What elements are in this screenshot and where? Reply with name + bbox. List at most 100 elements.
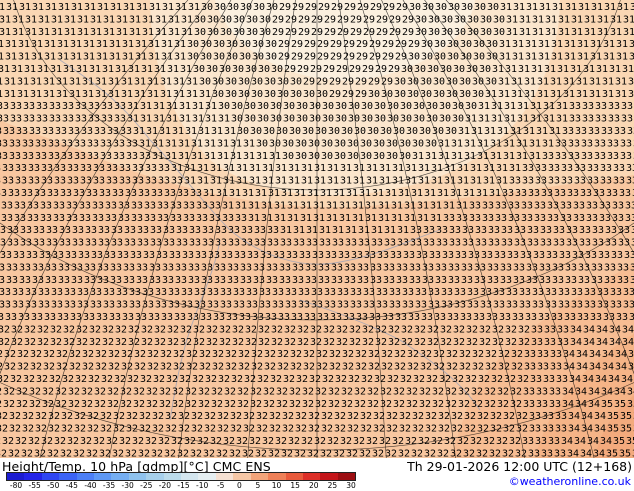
contour-label: 33 — [130, 250, 142, 261]
contour-label: 31 — [465, 114, 477, 125]
contour-label: 31 — [155, 14, 167, 25]
contour-label: 32 — [269, 411, 281, 422]
contour-label: 32 — [316, 349, 328, 360]
contour-label: 33 — [126, 138, 138, 149]
contour-label: 30 — [239, 39, 251, 50]
contour-label: 32 — [321, 424, 333, 435]
contour-label: 30 — [448, 2, 460, 13]
contour-label: 32 — [294, 448, 306, 458]
contour-label: 32 — [10, 374, 22, 385]
contour-label: 30 — [303, 89, 315, 100]
contour-label: 32 — [511, 349, 523, 360]
contour-label: 33 — [480, 300, 492, 311]
contour-label: 31 — [339, 213, 351, 224]
contour-label: 33 — [183, 200, 195, 211]
contour-label: 32 — [471, 399, 483, 410]
contour-label: 32 — [107, 386, 119, 397]
contour-label: 33 — [80, 176, 92, 187]
contour-label: 33 — [358, 238, 370, 249]
contour-label: 32 — [405, 436, 417, 447]
contour-label: 30 — [433, 89, 445, 100]
contour-label: 33 — [568, 138, 580, 149]
contour-label: 30 — [473, 52, 485, 63]
contour-label: 33 — [515, 188, 527, 199]
contour-label: 32 — [479, 324, 491, 335]
contour-label: 33 — [2, 163, 14, 174]
contour-label: 31 — [346, 188, 358, 199]
contour-label: 33 — [599, 213, 611, 224]
contour-label: 30 — [259, 27, 271, 38]
contour-label: 30 — [264, 76, 276, 87]
contour-label: 33 — [519, 300, 531, 311]
contour-label: 31 — [470, 163, 482, 174]
contour-label: 32 — [498, 362, 510, 373]
contour-label: 32 — [419, 386, 431, 397]
contour-label: 33 — [521, 200, 533, 211]
contour-label: 30 — [459, 76, 471, 87]
credit-link[interactable]: ©weatheronline.co.uk — [509, 475, 631, 488]
contour-label: 31 — [498, 76, 510, 87]
contour-label: 30 — [428, 27, 440, 38]
contour-label: 33 — [72, 238, 84, 249]
contour-label: 33 — [176, 225, 188, 236]
contour-label: 33 — [422, 275, 434, 286]
contour-label: 32 — [386, 411, 398, 422]
contour-label: 32 — [412, 424, 424, 435]
contour-label: 32 — [297, 337, 309, 348]
contour-label: 33 — [32, 262, 44, 273]
contour-label: 33 — [111, 225, 123, 236]
contour-label: 33 — [194, 287, 206, 298]
contour-label: 32 — [87, 424, 99, 435]
contour-label: 29 — [311, 27, 323, 38]
contour-label: 32 — [323, 324, 335, 335]
contour-label: 32 — [263, 386, 275, 397]
contour-label: 32 — [334, 411, 346, 422]
contour-label: 33 — [554, 448, 566, 458]
contour-label: 33 — [239, 312, 251, 323]
contour-label: 33 — [524, 362, 536, 373]
contour-label: 31 — [243, 138, 255, 149]
contour-label: 33 — [436, 238, 448, 249]
contour-label: 33 — [402, 300, 414, 311]
contour-label: 33 — [545, 300, 557, 311]
contour-label: 35 — [626, 436, 634, 447]
contour-label: 31 — [161, 52, 173, 63]
contour-label: 31 — [44, 52, 56, 63]
contour-label: 32 — [478, 374, 490, 385]
contour-label: 30 — [295, 138, 307, 149]
contour-label: 31 — [217, 151, 229, 162]
contour-label: 33 — [15, 163, 27, 174]
contour-label: 31 — [483, 176, 495, 187]
contour-label: 31 — [248, 200, 260, 211]
contour-label: 33 — [129, 287, 141, 298]
contour-label: 33 — [81, 126, 93, 137]
contour-label: 35 — [620, 424, 632, 435]
contour-label: 33 — [422, 262, 434, 273]
contour-label: 33 — [569, 114, 581, 125]
contour-label: 30 — [420, 76, 432, 87]
color-legend-tick: -50 — [47, 481, 59, 490]
contour-label: 31 — [262, 163, 274, 174]
contour-label: 33 — [624, 250, 634, 261]
contour-label: 32 — [283, 374, 295, 385]
contour-label: 31 — [498, 89, 510, 100]
contour-label: 31 — [584, 14, 596, 25]
contour-label: 32 — [401, 337, 413, 348]
contour-label: 33 — [534, 200, 546, 211]
contour-label: 31 — [248, 213, 260, 224]
contour-label: 32 — [375, 324, 387, 335]
contour-label: 33 — [612, 200, 624, 211]
contour-label: 32 — [373, 411, 385, 422]
contour-label: 31 — [345, 225, 357, 236]
contour-label: 33 — [579, 225, 591, 236]
contour-label: 31 — [300, 200, 312, 211]
contour-label: 33 — [547, 200, 559, 211]
contour-label: 33 — [51, 300, 63, 311]
contour-label: 33 — [460, 312, 472, 323]
contour-label: 32 — [451, 411, 463, 422]
contour-label: 31 — [288, 163, 300, 174]
contour-label: 32 — [95, 349, 107, 360]
contour-label: 34 — [575, 386, 587, 397]
contour-label: 31 — [496, 163, 508, 174]
contour-label: 33 — [177, 188, 189, 199]
